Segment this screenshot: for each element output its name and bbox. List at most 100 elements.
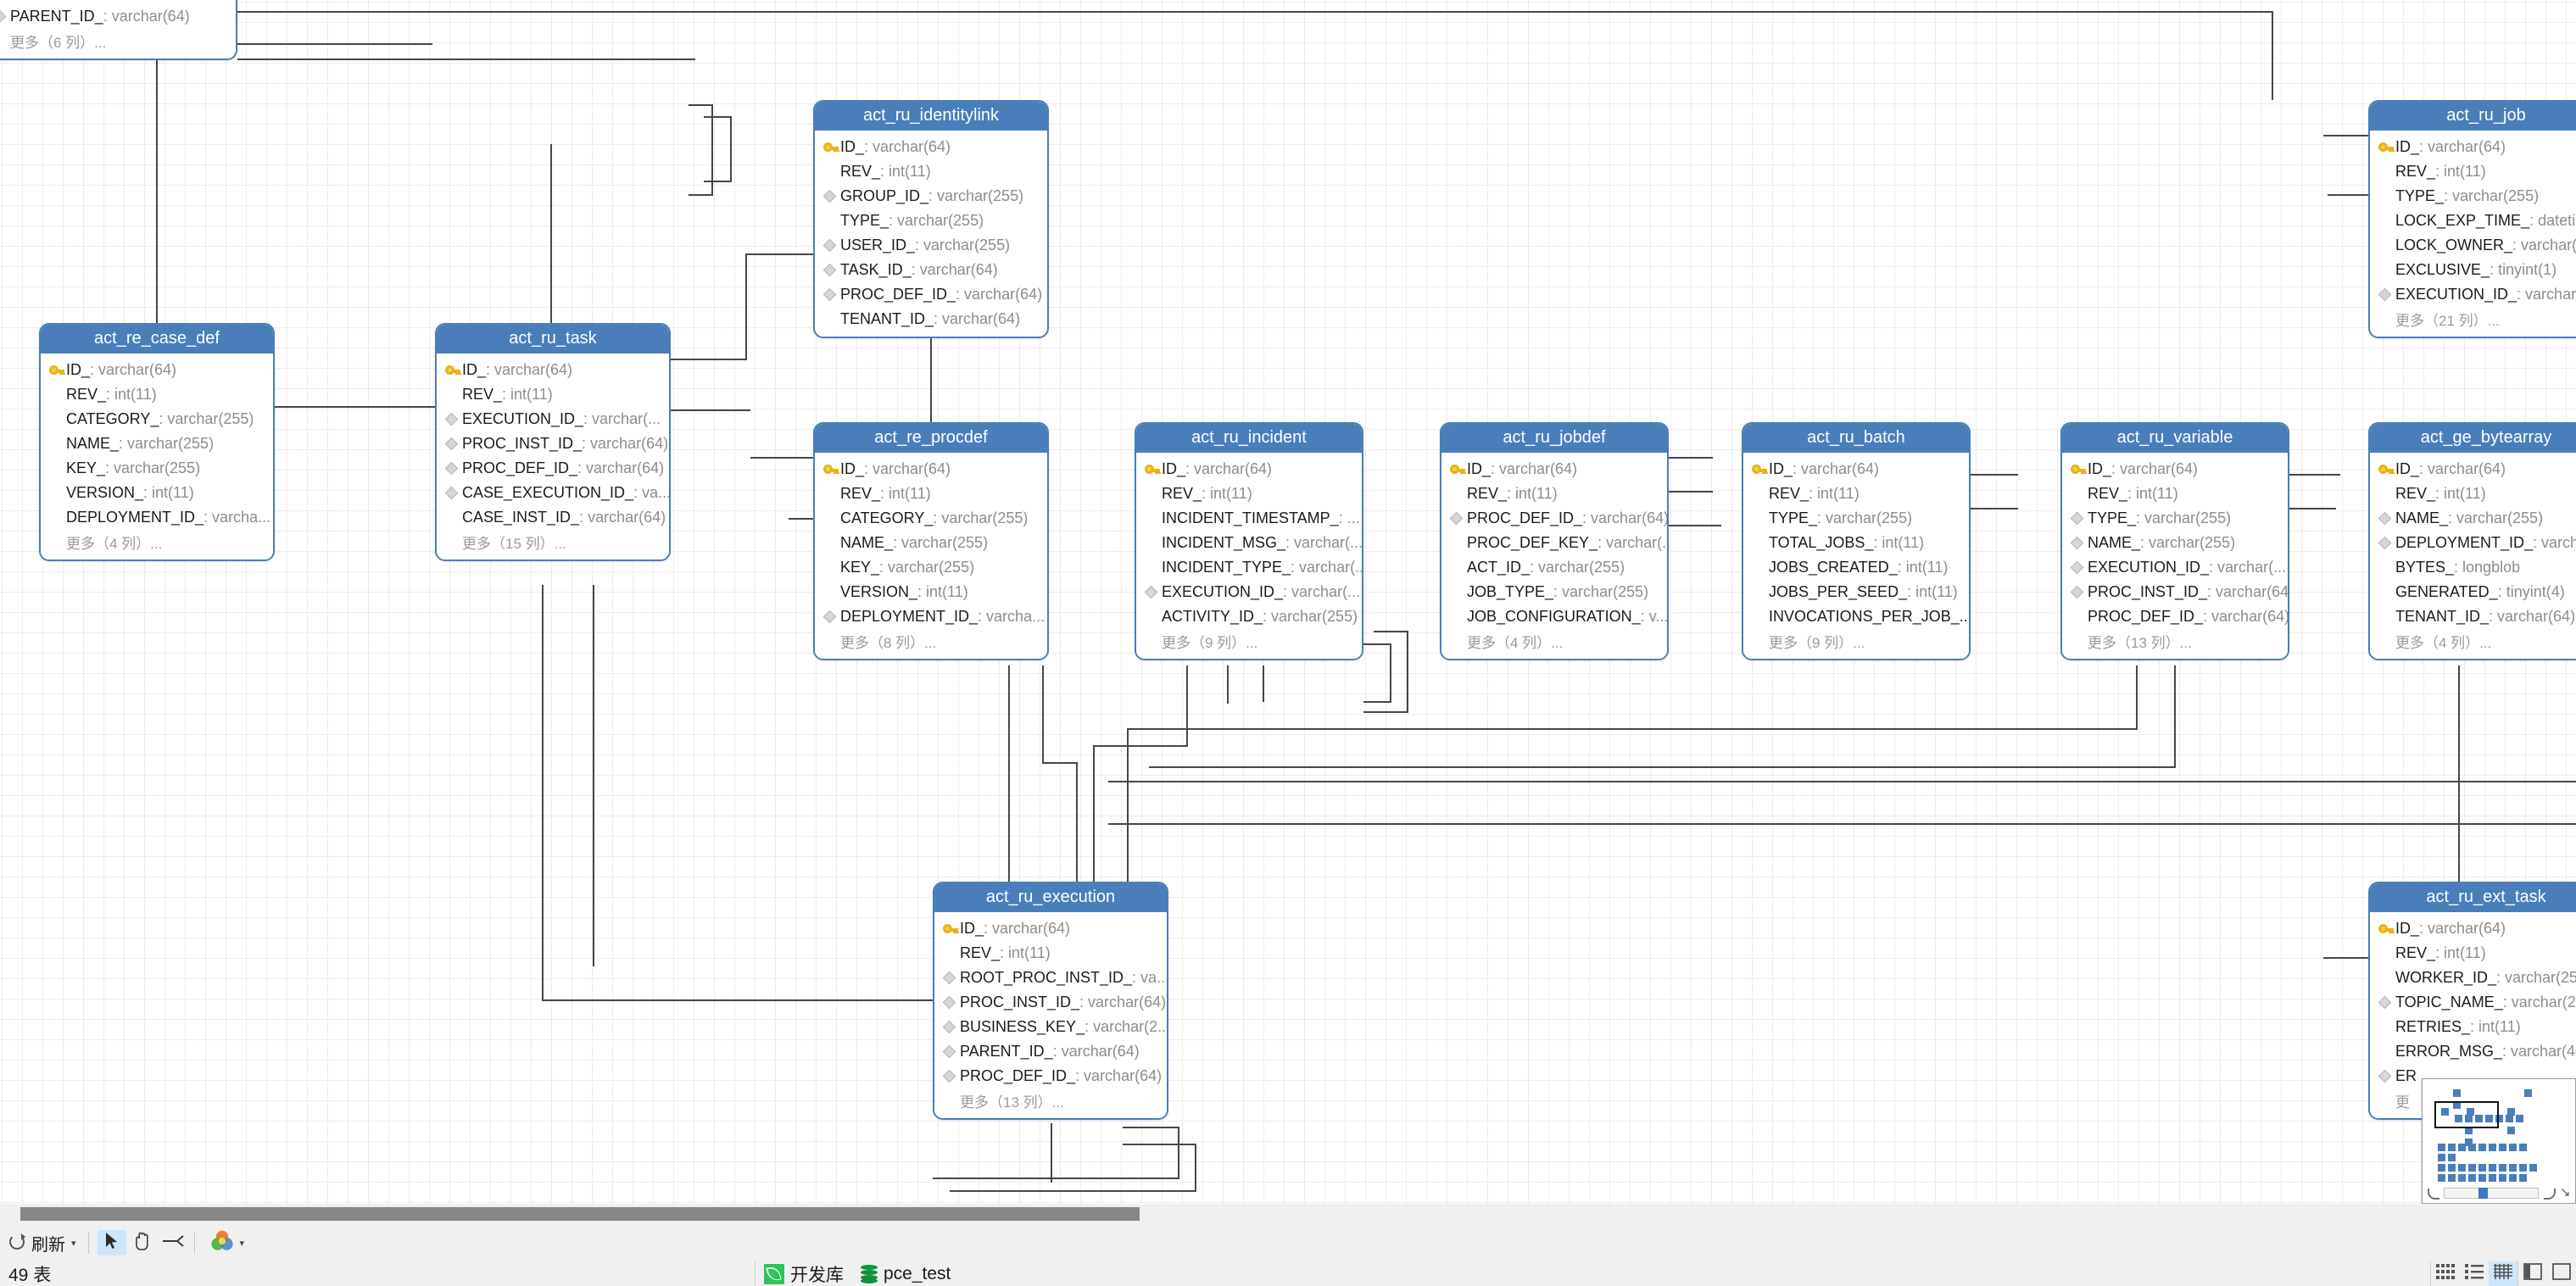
more-columns-link[interactable]: 更多（9 列）...: [1136, 629, 1362, 654]
table-column-row[interactable]: GROUP_ID_: varchar(255): [815, 184, 1047, 209]
table-column-row[interactable]: REV_: int(11): [815, 482, 1047, 506]
zoom-in-icon[interactable]: [2542, 1187, 2556, 1200]
table-node[interactable]: act_ru_jobdef ID_: varchar(64) REV_: int(1…: [1440, 422, 1669, 660]
table-column-row[interactable]: TASK_ID_: varchar(64): [815, 258, 1047, 282]
table-column-row[interactable]: NAME_: varchar(255): [41, 431, 273, 456]
table-node[interactable]: act_ru_case_executionID_: varchar(64)REV…: [0, 0, 237, 60]
table-column-row[interactable]: GENERATED_: tinyint(4): [2370, 580, 2576, 604]
minimap-viewport-canvas[interactable]: [2426, 1083, 2572, 1184]
table-node[interactable]: act_ru_task ID_: varchar(64) REV_: int(11)…: [435, 323, 671, 561]
table-column-row[interactable]: REV_: int(11): [934, 941, 1167, 966]
table-column-row[interactable]: REV_: int(11): [1136, 482, 1362, 506]
table-column-row[interactable]: CASE_INST_ID_: varchar(64): [437, 505, 669, 530]
table-column-row[interactable]: ID_: varchar(64): [2370, 916, 2576, 941]
table-column-row[interactable]: NAME_: varchar(255): [2062, 531, 2288, 555]
connection-cell[interactable]: 开发库: [756, 1261, 852, 1286]
minimap-resize-handle[interactable]: [2560, 1184, 2572, 1200]
more-columns-link[interactable]: 更多（8 列）...: [815, 629, 1047, 654]
table-column-row[interactable]: PROC_INST_ID_: varchar(64): [934, 990, 1167, 1015]
table-column-row[interactable]: ID_: varchar(64): [437, 358, 669, 382]
more-columns-link[interactable]: 更多（4 列）...: [41, 530, 273, 554]
table-column-row[interactable]: TOPIC_NAME_: varchar(25...: [2370, 990, 2576, 1015]
table-column-row[interactable]: PROC_DEF_ID_: varchar(64): [1441, 506, 1667, 531]
table-column-row[interactable]: JOB_CONFIGURATION_: v...: [1441, 604, 1667, 629]
relationship-tool-button[interactable]: [159, 1230, 187, 1255]
table-column-row[interactable]: INCIDENT_MSG_: varchar(...: [1136, 531, 1362, 555]
table-column-row[interactable]: EXCLUSIVE_: tinyint(1): [2370, 258, 2576, 282]
more-columns-link[interactable]: 更多（13 列）...: [2062, 629, 2288, 654]
table-column-row[interactable]: LOCK_EXP_TIME_: datetim...: [2370, 209, 2576, 233]
more-columns-link[interactable]: 更多（15 列）...: [437, 530, 669, 554]
table-column-row[interactable]: KEY_: varchar(255): [41, 456, 273, 481]
list-view-button[interactable]: [2460, 1261, 2489, 1286]
table-column-row[interactable]: REV_: int(11): [1743, 482, 1969, 506]
diagram-canvas[interactable]: act_ru_case_executionID_: varchar(64)REV…: [0, 0, 2576, 1204]
table-column-row[interactable]: ERROR_MSG_: varchar(40...: [2370, 1039, 2576, 1064]
pointer-tool-button[interactable]: [97, 1230, 126, 1255]
table-column-row[interactable]: PROC_INST_ID_: varchar(64): [437, 431, 669, 456]
table-column-row[interactable]: TYPE_: varchar(255): [2062, 506, 2288, 531]
table-column-row[interactable]: ID_: varchar(64): [1441, 457, 1667, 482]
table-column-row[interactable]: INVOCATIONS_PER_JOB_...: [1743, 604, 1969, 629]
table-column-row[interactable]: VERSION_: int(11): [41, 481, 273, 505]
horizontal-scrollbar-thumb[interactable]: [20, 1207, 1140, 1221]
refresh-dropdown-caret[interactable]: ▾: [71, 1238, 76, 1249]
table-column-row[interactable]: ROOT_PROC_INST_ID_: va...: [934, 966, 1167, 990]
table-column-row[interactable]: INCIDENT_TIMESTAMP_: ...: [1136, 506, 1362, 531]
table-column-row[interactable]: PARENT_ID_: varchar(64): [934, 1039, 1167, 1064]
table-column-row[interactable]: ID_: varchar(64): [934, 916, 1167, 941]
table-column-row[interactable]: ID_: varchar(64): [815, 135, 1047, 159]
table-column-row[interactable]: RETRIES_: int(11): [2370, 1015, 2576, 1039]
table-column-row[interactable]: PARENT_ID_: varchar(64): [0, 4, 236, 29]
table-column-row[interactable]: TYPE_: varchar(255): [1743, 506, 1969, 531]
pan-tool-button[interactable]: [128, 1230, 157, 1255]
table-column-row[interactable]: WORKER_ID_: varchar(255): [2370, 966, 2576, 990]
table-column-row[interactable]: DEPLOYMENT_ID_: varcha...: [2370, 531, 2576, 555]
table-column-row[interactable]: REV_: int(11): [815, 159, 1047, 184]
table-column-row[interactable]: CATEGORY_: varchar(255): [41, 407, 273, 431]
zoom-slider-track[interactable]: [2444, 1188, 2539, 1199]
grid-view-button[interactable]: [2431, 1261, 2460, 1286]
table-node[interactable]: act_ru_identitylink ID_: varchar(64) REV_:…: [813, 100, 1049, 338]
table-column-row[interactable]: TYPE_: varchar(255): [2370, 184, 2576, 209]
table-column-row[interactable]: REV_: int(11): [41, 382, 273, 407]
table-node[interactable]: act_ru_variable ID_: varchar(64) REV_: int…: [2060, 422, 2289, 660]
table-column-row[interactable]: EXECUTION_ID_: varchar(...: [437, 407, 669, 431]
table-column-row[interactable]: BYTES_: longblob: [2370, 555, 2576, 580]
table-column-row[interactable]: ID_: varchar(64): [2062, 457, 2288, 482]
table-column-row[interactable]: JOBS_PER_SEED_: int(11): [1743, 580, 1969, 604]
table-column-row[interactable]: REV_: int(11): [1441, 482, 1667, 506]
table-column-row[interactable]: USER_ID_: varchar(255): [815, 233, 1047, 258]
table-node[interactable]: act_ru_batch ID_: varchar(64) REV_: int(11…: [1742, 422, 1971, 660]
table-column-row[interactable]: ID_: varchar(64): [1136, 457, 1362, 482]
table-node[interactable]: act_ru_job ID_: varchar(64) REV_: int(11) T…: [2368, 100, 2576, 338]
split-left-panel-button[interactable]: [2518, 1261, 2547, 1286]
table-column-row[interactable]: REV_: int(11): [2062, 482, 2288, 506]
table-column-row[interactable]: PROC_DEF_ID_: varchar(64): [437, 456, 669, 481]
table-column-row[interactable]: PROC_DEF_ID_: varchar(64): [934, 1064, 1167, 1088]
minimap-zoom-bar[interactable]: [2426, 1184, 2572, 1200]
table-node[interactable]: act_ru_execution ID_: varchar(64) REV_: in…: [933, 882, 1168, 1120]
table-column-row[interactable]: VERSION_: int(11): [815, 580, 1047, 604]
color-palette-button[interactable]: ▾: [205, 1228, 250, 1257]
more-columns-link[interactable]: 更多（4 列）...: [2370, 629, 2576, 654]
table-column-row[interactable]: PROC_DEF_ID_: varchar(64): [815, 282, 1047, 307]
table-node[interactable]: act_re_case_def ID_: varchar(64) REV_: int…: [39, 323, 275, 561]
table-column-row[interactable]: REV_: int(11): [2370, 159, 2576, 184]
table-column-row[interactable]: CASE_EXECUTION_ID_: va...: [437, 481, 669, 505]
more-columns-link[interactable]: 更多（6 列）...: [0, 29, 236, 53]
table-column-row[interactable]: TENANT_ID_: varchar(64): [2370, 604, 2576, 629]
more-columns-link[interactable]: 更多（21 列）...: [2370, 307, 2576, 331]
table-column-row[interactable]: ACT_ID_: varchar(255): [1441, 555, 1667, 580]
more-columns-link[interactable]: 更多（13 列）...: [934, 1088, 1167, 1113]
table-column-row[interactable]: LOCK_OWNER_: varchar(2...: [2370, 233, 2576, 258]
minimap-viewport-rect[interactable]: [2434, 1101, 2499, 1128]
split-right-panel-button[interactable]: [2547, 1261, 2576, 1286]
table-node[interactable]: act_ge_bytearray ID_: varchar(64) REV_: in…: [2368, 422, 2576, 660]
table-column-row[interactable]: PROC_DEF_ID_: varchar(64): [2062, 604, 2288, 629]
table-column-row[interactable]: REV_: int(11): [2370, 941, 2576, 966]
table-column-row[interactable]: REV_: int(11): [437, 382, 669, 407]
refresh-button[interactable]: 刷新 ▾: [3, 1228, 81, 1257]
table-column-row[interactable]: ID_: varchar(64): [41, 358, 273, 382]
table-column-row[interactable]: CATEGORY_: varchar(255): [815, 506, 1047, 531]
